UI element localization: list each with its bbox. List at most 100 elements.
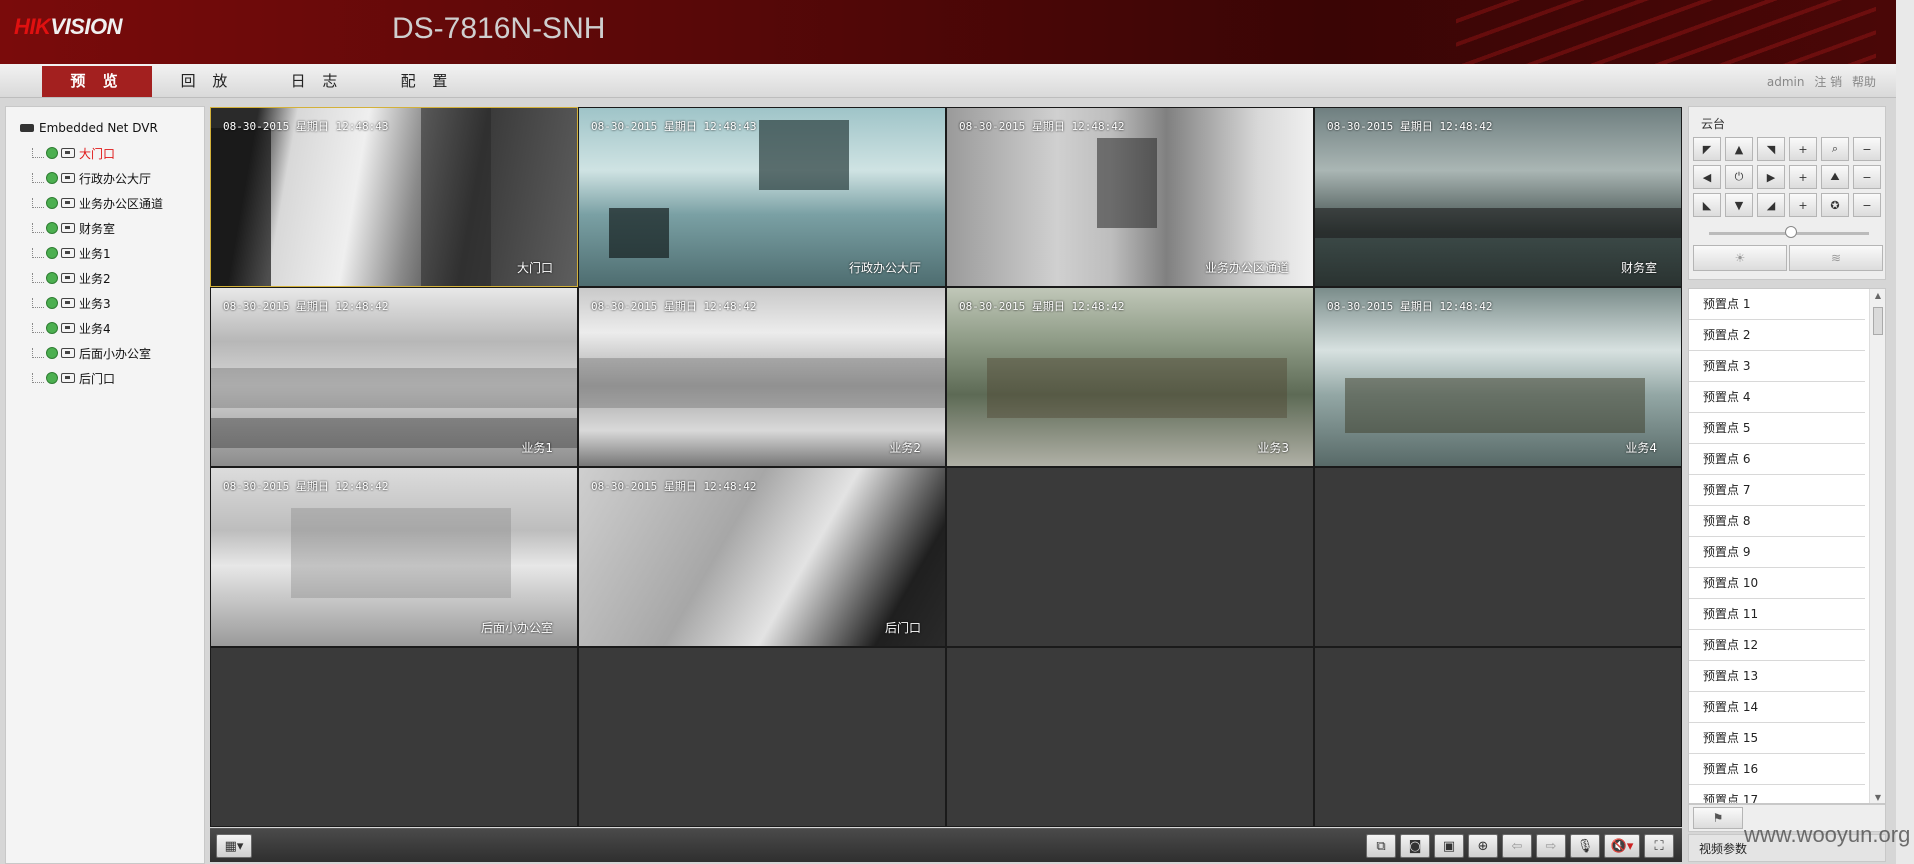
empty-video-tile[interactable]: [946, 467, 1314, 647]
camera-icon: [61, 223, 75, 233]
ptz-down-right-icon[interactable]: ◢: [1757, 193, 1785, 217]
scroll-up-icon[interactable]: ▲: [1873, 291, 1883, 301]
camera-icon: [61, 173, 75, 183]
preset-item[interactable]: 预置点 4: [1689, 382, 1865, 413]
preset-item[interactable]: 预置点 11: [1689, 599, 1865, 630]
tab-log[interactable]: 日 志: [262, 66, 372, 97]
video-tile[interactable]: 08-30-2015 星期日 12:48:42 业务3: [946, 287, 1314, 467]
ptz-left-icon[interactable]: ◀: [1693, 165, 1721, 189]
scroll-down-icon[interactable]: ▼: [1873, 793, 1883, 803]
osd-timestamp: 08-30-2015 星期日 12:48:42: [1327, 300, 1493, 313]
help-link[interactable]: 帮助: [1852, 75, 1876, 89]
video-tile[interactable]: 08-30-2015 星期日 12:48:43 行政办公大厅: [578, 107, 946, 287]
osd-timestamp: 08-30-2015 星期日 12:48:42: [1327, 120, 1493, 133]
tree-channel-item[interactable]: 行政办公大厅: [32, 169, 151, 187]
dvr-icon: [20, 124, 34, 132]
video-tile[interactable]: 08-30-2015 星期日 12:48:43 大门口: [210, 107, 578, 287]
logout-link[interactable]: 注 销: [1814, 75, 1842, 89]
empty-video-tile[interactable]: [946, 647, 1314, 827]
stop-all-preview-icon[interactable]: ⧉: [1366, 834, 1396, 858]
tree-line-icon: [32, 323, 44, 333]
preset-item[interactable]: 预置点 16: [1689, 754, 1865, 785]
ptz-up-left-icon[interactable]: ◤: [1693, 137, 1721, 161]
ptz-up-icon[interactable]: ▲: [1725, 137, 1753, 161]
volume-mute-icon[interactable]: 🔇▾: [1604, 834, 1640, 858]
ptz-auto-icon[interactable]: ⏻: [1725, 165, 1753, 189]
preset-item[interactable]: 预置点 12: [1689, 630, 1865, 661]
tree-channel-item[interactable]: 财务室: [32, 219, 115, 237]
iris-open-icon[interactable]: +: [1789, 193, 1817, 217]
tab-config[interactable]: 配 置: [372, 66, 482, 97]
preset-item[interactable]: 预置点 6: [1689, 444, 1865, 475]
ptz-down-icon[interactable]: ▼: [1725, 193, 1753, 217]
tree-channel-item[interactable]: 后面小办公室: [32, 344, 151, 362]
focus-mountain-icon: ⛰: [1821, 165, 1849, 189]
video-tile[interactable]: 08-30-2015 星期日 12:48:42 业务2: [578, 287, 946, 467]
fullscreen-icon[interactable]: ⛶: [1644, 834, 1674, 858]
next-page-icon[interactable]: ⇨: [1536, 834, 1566, 858]
tab-playback[interactable]: 回 放: [152, 66, 262, 97]
ptz-title: 云台: [1701, 117, 1726, 131]
video-tile[interactable]: 08-30-2015 星期日 12:48:42 后门口: [578, 467, 946, 647]
preset-item[interactable]: 预置点 2: [1689, 320, 1865, 351]
empty-video-tile[interactable]: [1314, 647, 1682, 827]
wiper-icon[interactable]: ≋: [1789, 245, 1883, 271]
zoom-in-icon[interactable]: +: [1789, 137, 1817, 161]
video-tile[interactable]: 08-30-2015 星期日 12:48:42 业务4: [1314, 287, 1682, 467]
tree-root-dvr[interactable]: Embedded Net DVR: [20, 121, 158, 135]
empty-video-tile[interactable]: [210, 647, 578, 827]
preset-item[interactable]: 预置点 17: [1689, 785, 1865, 803]
preset-item[interactable]: 预置点 3: [1689, 351, 1865, 382]
preset-item[interactable]: 预置点 1: [1689, 289, 1865, 320]
osd-timestamp: 08-30-2015 星期日 12:48:43: [591, 120, 757, 133]
tree-channel-item[interactable]: 后门口: [32, 369, 115, 387]
tree-channel-item[interactable]: 业务2: [32, 269, 111, 287]
ptz-up-right-icon[interactable]: ◥: [1757, 137, 1785, 161]
tree-channel-item[interactable]: 业务办公区通道: [32, 194, 163, 212]
empty-video-tile[interactable]: [578, 647, 946, 827]
capture-icon[interactable]: ◙: [1400, 834, 1430, 858]
video-tile[interactable]: 08-30-2015 星期日 12:48:42 业务办公区通道: [946, 107, 1314, 287]
microphone-icon[interactable]: 🎙: [1570, 834, 1600, 858]
tree-line-icon: [32, 373, 44, 383]
record-icon[interactable]: ▣: [1434, 834, 1464, 858]
iris-close-icon[interactable]: −: [1853, 193, 1881, 217]
preset-scrollbar[interactable]: ▲ ▼: [1869, 289, 1885, 803]
preset-item[interactable]: 预置点 5: [1689, 413, 1865, 444]
camera-icon: [61, 298, 75, 308]
preset-item[interactable]: 预置点 8: [1689, 506, 1865, 537]
grid-layout-icon[interactable]: ▦▾: [216, 834, 252, 858]
tree-channel-item[interactable]: 业务1: [32, 244, 111, 262]
preset-item[interactable]: 预置点 7: [1689, 475, 1865, 506]
tree-channel-item[interactable]: 大门口: [32, 144, 115, 162]
video-tile[interactable]: 08-30-2015 星期日 12:48:42 后面小办公室: [210, 467, 578, 647]
camera-icon: [61, 373, 75, 383]
preset-item[interactable]: 预置点 14: [1689, 692, 1865, 723]
preset-item[interactable]: 预置点 13: [1689, 661, 1865, 692]
zoom-out-icon[interactable]: −: [1853, 137, 1881, 161]
preset-item[interactable]: 预置点 15: [1689, 723, 1865, 754]
digital-zoom-icon[interactable]: ⊕: [1468, 834, 1498, 858]
ptz-down-left-icon[interactable]: ◣: [1693, 193, 1721, 217]
video-tile[interactable]: 08-30-2015 星期日 12:48:42 业务1: [210, 287, 578, 467]
ptz-right-icon[interactable]: ▶: [1757, 165, 1785, 189]
light-icon[interactable]: ☀: [1693, 245, 1787, 271]
preset-item[interactable]: 预置点 9: [1689, 537, 1865, 568]
tree-channel-item[interactable]: 业务3: [32, 294, 111, 312]
preset-call-flag-icon[interactable]: ⚑: [1693, 807, 1743, 829]
tab-preview[interactable]: 预 览: [42, 66, 152, 97]
prev-page-icon[interactable]: ⇦: [1502, 834, 1532, 858]
empty-video-tile[interactable]: [1314, 467, 1682, 647]
scroll-thumb[interactable]: [1873, 307, 1883, 335]
preset-item[interactable]: 预置点 10: [1689, 568, 1865, 599]
focus-near-icon[interactable]: +: [1789, 165, 1817, 189]
tree-line-icon: [32, 248, 44, 258]
tree-line-icon: [32, 173, 44, 183]
tree-channel-item[interactable]: 业务4: [32, 319, 111, 337]
osd-channel-name: 大门口: [516, 261, 553, 275]
video-tile[interactable]: 08-30-2015 星期日 12:48:42 财务室: [1314, 107, 1682, 287]
preview-toolbar: ▦▾ ⧉ ◙ ▣ ⊕ ⇦ ⇨ 🎙 🔇▾ ⛶: [210, 828, 1682, 862]
focus-far-icon[interactable]: −: [1853, 165, 1881, 189]
ptz-speed-handle[interactable]: [1785, 226, 1797, 238]
osd-timestamp: 08-30-2015 星期日 12:48:42: [959, 120, 1125, 133]
